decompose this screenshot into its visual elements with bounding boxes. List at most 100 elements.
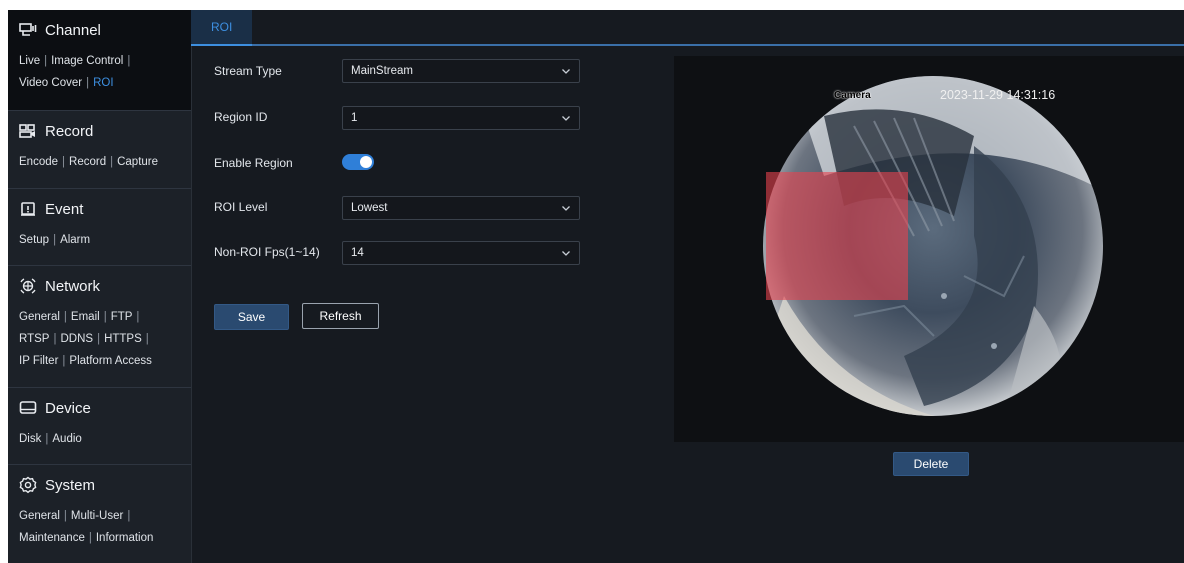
save-button[interactable]: Save <box>214 304 289 330</box>
separator: | <box>127 510 131 522</box>
channel-icon <box>19 21 37 39</box>
sidebar-link-general[interactable]: General <box>19 510 60 522</box>
network-links: General | Email | FTP | RTSP | DDNS | HTTPS | IP F… <box>8 306 191 382</box>
sidebar: Channel Live | Image Control | Video Cover |… <box>8 10 192 563</box>
sidebar-title-event: Event <box>45 200 84 218</box>
separator: | <box>45 433 49 445</box>
sidebar-link-platform-access[interactable]: Platform Access <box>69 355 151 367</box>
system-icon <box>19 476 37 494</box>
refresh-button[interactable]: Refresh <box>302 303 379 329</box>
sidebar-header-device[interactable]: Device <box>8 388 191 428</box>
non-roi-fps-label: Non-ROI Fps(1~14) <box>214 245 320 259</box>
sidebar-link-image-control[interactable]: Image Control <box>51 55 123 67</box>
separator: | <box>136 311 140 323</box>
sidebar-link-maintenance[interactable]: Maintenance <box>19 532 85 544</box>
sidebar-link-capture[interactable]: Capture <box>117 156 158 168</box>
chevron-down-icon <box>562 69 570 74</box>
separator: | <box>86 77 90 89</box>
tab-bar: ROI <box>191 10 1184 46</box>
sidebar-link-rtsp[interactable]: RTSP <box>19 333 49 345</box>
sidebar-link-video-cover[interactable]: Video Cover <box>19 77 82 89</box>
sidebar-header-event[interactable]: Event <box>8 189 191 229</box>
sidebar-section-channel: Channel Live | Image Control | Video Cover |… <box>8 10 191 111</box>
separator: | <box>53 333 57 345</box>
stream-type-label: Stream Type <box>214 64 282 78</box>
chevron-down-icon <box>562 251 570 256</box>
roi-level-label: ROI Level <box>214 200 268 214</box>
sidebar-link-email[interactable]: Email <box>71 311 100 323</box>
stream-type-select[interactable]: MainStream <box>342 59 580 83</box>
sidebar-link-disk[interactable]: Disk <box>19 433 41 445</box>
sidebar-link-live[interactable]: Live <box>19 55 40 67</box>
separator: | <box>88 532 92 544</box>
sidebar-link-alarm[interactable]: Alarm <box>60 234 90 246</box>
region-id-label: Region ID <box>214 110 268 124</box>
sidebar-link-audio[interactable]: Audio <box>52 433 81 445</box>
separator: | <box>103 311 107 323</box>
sidebar-link-setup[interactable]: Setup <box>19 234 49 246</box>
sidebar-section-system: System General | Multi-User | Maintenance | I… <box>8 465 191 563</box>
sidebar-section-event: Event Setup | Alarm <box>8 189 191 266</box>
sidebar-header-channel[interactable]: Channel <box>8 10 191 50</box>
separator: | <box>62 156 66 168</box>
sidebar-title-device: Device <box>45 399 91 417</box>
sidebar-title-channel: Channel <box>45 21 101 39</box>
record-icon <box>19 122 37 140</box>
sidebar-link-record[interactable]: Record <box>69 156 106 168</box>
separator: | <box>110 156 114 168</box>
separator: | <box>127 55 131 67</box>
chevron-down-icon <box>562 116 570 121</box>
camera-name-osd: Camera <box>834 90 871 101</box>
separator: | <box>63 311 67 323</box>
sidebar-section-network: Network General | Email | FTP | RTSP | DDNS | HTT… <box>8 266 191 388</box>
non-roi-fps-select[interactable]: 14 <box>342 241 580 265</box>
stream-type-value: MainStream <box>351 65 413 77</box>
separator: | <box>97 333 101 345</box>
region-id-value: 1 <box>351 112 358 124</box>
enable-region-toggle[interactable] <box>342 154 374 170</box>
sidebar-title-record: Record <box>45 122 94 140</box>
roi-region-overlay[interactable] <box>766 172 908 300</box>
device-links: Disk | Audio <box>8 428 191 460</box>
system-links: General | Multi-User | Maintenance | Informat… <box>8 505 191 559</box>
tab-roi[interactable]: ROI <box>191 10 253 46</box>
channel-links: Live | Image Control | Video Cover | ROI <box>8 50 191 104</box>
fisheye-video-frame <box>763 76 1103 416</box>
roi-level-select[interactable]: Lowest <box>342 196 580 220</box>
event-icon <box>19 200 37 218</box>
region-id-select[interactable]: 1 <box>342 106 580 130</box>
separator: | <box>44 55 48 67</box>
video-preview[interactable]: Camera 2023-11-29 14:31:16 <box>674 56 1184 442</box>
event-links: Setup | Alarm <box>8 229 191 261</box>
chevron-down-icon <box>562 206 570 211</box>
separator: | <box>53 234 57 246</box>
sidebar-section-device: Device Disk | Audio <box>8 388 191 465</box>
sidebar-link-encode[interactable]: Encode <box>19 156 58 168</box>
separator: | <box>145 333 149 345</box>
sidebar-link-information[interactable]: Information <box>96 532 154 544</box>
sidebar-link-ddns[interactable]: DDNS <box>60 333 93 345</box>
sidebar-link-ftp[interactable]: FTP <box>111 311 133 323</box>
delete-button[interactable]: Delete <box>893 452 969 476</box>
separator: | <box>63 510 67 522</box>
sidebar-link-https[interactable]: HTTPS <box>104 333 142 345</box>
sidebar-link-ip-filter[interactable]: IP Filter <box>19 355 58 367</box>
sidebar-header-record[interactable]: Record <box>8 111 191 151</box>
non-roi-fps-value: 14 <box>351 247 364 259</box>
enable-region-label: Enable Region <box>214 156 293 170</box>
network-icon <box>19 277 37 295</box>
timestamp-osd: 2023-11-29 14:31:16 <box>940 88 1056 102</box>
sidebar-link-multi-user[interactable]: Multi-User <box>71 510 123 522</box>
sidebar-section-record: Record Encode | Record | Capture <box>8 111 191 189</box>
separator: | <box>62 355 66 367</box>
sidebar-link-roi[interactable]: ROI <box>93 77 113 89</box>
sidebar-title-network: Network <box>45 277 101 295</box>
sidebar-title-system: System <box>45 476 96 494</box>
sidebar-header-network[interactable]: Network <box>8 266 191 306</box>
device-icon <box>19 399 37 417</box>
sidebar-link-general[interactable]: General <box>19 311 60 323</box>
toggle-knob <box>360 156 372 168</box>
sidebar-header-system[interactable]: System <box>8 465 191 505</box>
roi-level-value: Lowest <box>351 202 388 214</box>
record-links: Encode | Record | Capture <box>8 151 191 183</box>
